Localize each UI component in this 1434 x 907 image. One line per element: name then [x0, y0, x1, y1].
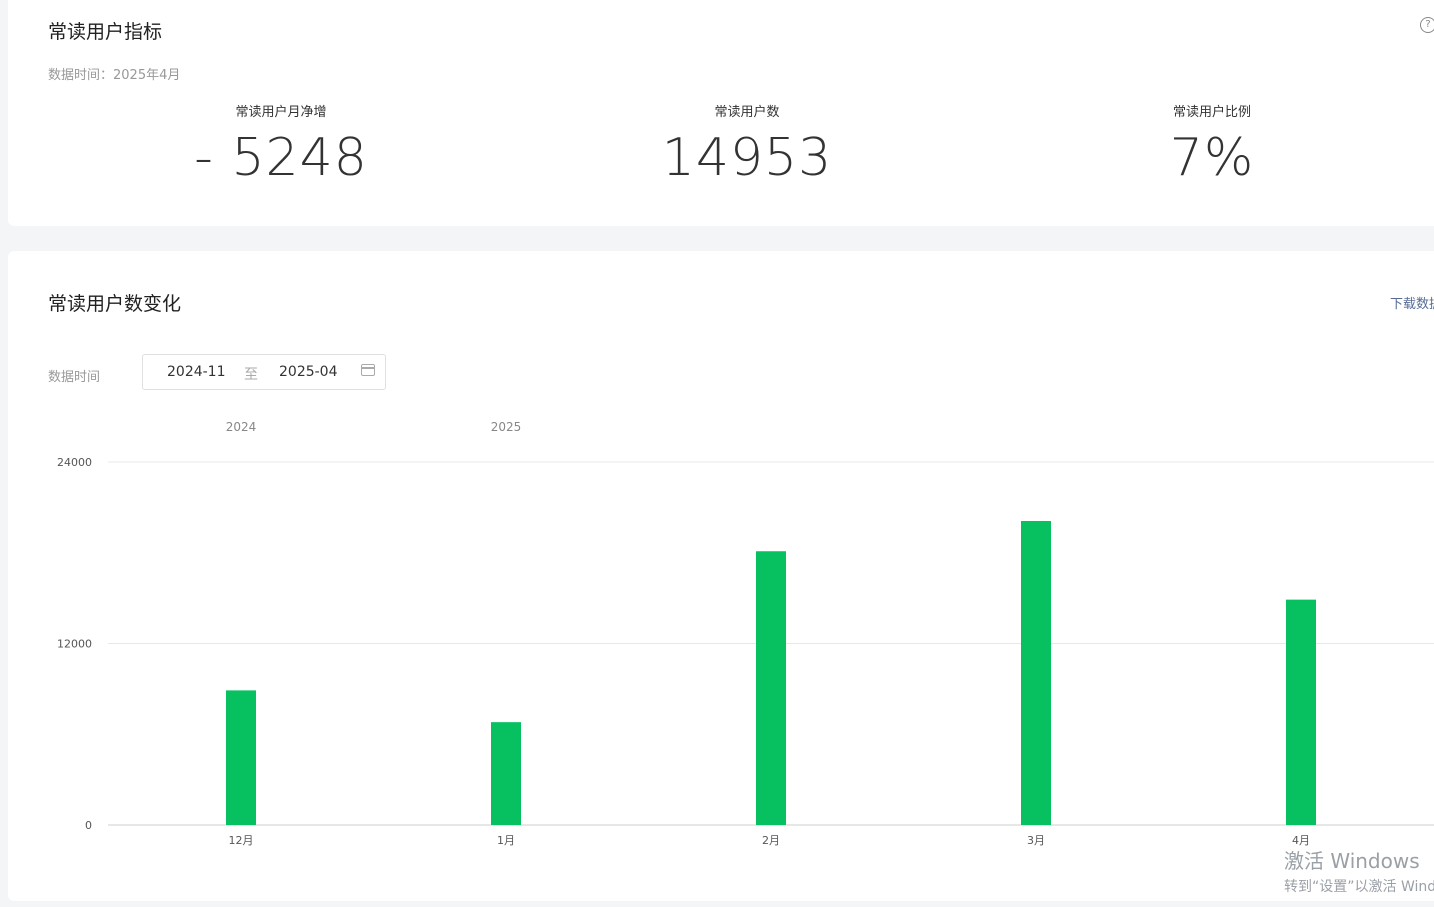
regular-readers-bar-chart: 0120002400012月 1月 2月 3月 4月2024 2025 — [57, 420, 1434, 847]
date-end[interactable]: 2025-04 — [279, 364, 338, 380]
x-tick-label: 3月 — [1027, 834, 1045, 847]
watermark-line1: 激活 Windows — [1284, 849, 1420, 873]
metrics-title: 常读用户指标 — [48, 21, 163, 43]
watermark-line2: 转到“设置”以激活 Windows。 — [1284, 879, 1434, 895]
metrics-card: 常读用户指标 ? 数据时间：2025年4月 常读用户月净增 - 5248 常读用… — [8, 0, 1434, 226]
date-range-separator: 至 — [244, 367, 258, 383]
year-label: 2025 — [491, 420, 522, 434]
metric-label: 常读用户数 — [714, 105, 780, 120]
metrics-data-time: 数据时间：2025年4月 — [48, 68, 181, 83]
metric-regular-reader-ratio: 常读用户比例 7% — [1062, 101, 1362, 188]
metric-regular-readers: 常读用户数 14953 — [597, 101, 897, 188]
x-tick-label: 12月 — [229, 834, 254, 847]
y-tick-label: 24000 — [57, 456, 92, 469]
help-icon[interactable]: ? — [1420, 17, 1434, 33]
metric-value: 14953 — [661, 128, 833, 188]
download-data-link[interactable]: 下载数据 — [1390, 293, 1434, 312]
trend-title: 常读用户数变化 — [48, 293, 182, 315]
x-tick-label: 2月 — [762, 834, 780, 847]
y-tick-label: 0 — [85, 819, 92, 832]
calendar-icon[interactable] — [361, 364, 375, 376]
metric-value: - 5248 — [194, 128, 368, 188]
bar — [756, 551, 786, 825]
bar — [491, 722, 521, 825]
year-label: 2024 — [226, 420, 257, 434]
date-start[interactable]: 2024-11 — [167, 364, 226, 380]
metric-value: 7% — [1169, 128, 1255, 188]
y-tick-label: 12000 — [57, 638, 92, 651]
date-filter-label: 数据时间 — [48, 370, 101, 385]
windows-activation-watermark: 激活 Windows 转到“设置”以激活 Windows。 — [1284, 845, 1434, 896]
metric-monthly-net-growth: 常读用户月净增 - 5248 — [131, 101, 431, 188]
bar — [1021, 520, 1051, 825]
metric-label: 常读用户比例 — [1172, 105, 1251, 120]
date-range-picker[interactable]: 2024-11 至 2025-04 — [142, 354, 386, 390]
bar — [226, 690, 256, 825]
x-tick-label: 1月 — [497, 834, 515, 847]
bar — [1286, 599, 1316, 825]
metric-label: 常读用户月净增 — [235, 105, 327, 120]
